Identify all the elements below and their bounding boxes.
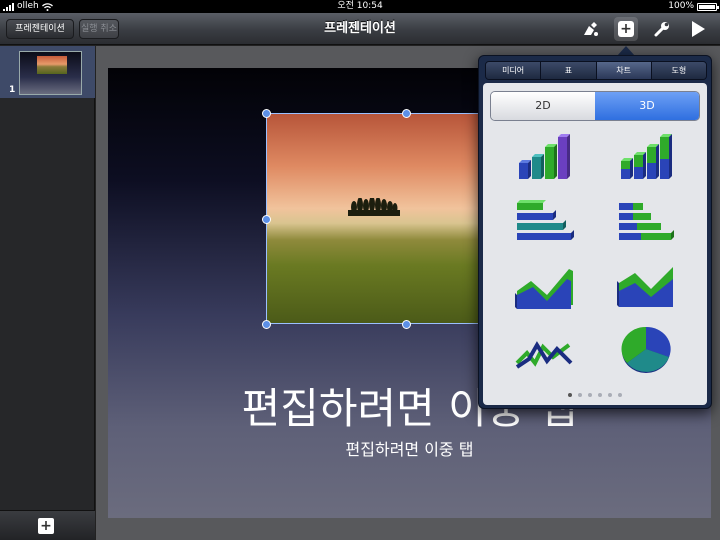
slide-number: 1 (9, 85, 16, 95)
dimension-segmented-control: 2D 3D (490, 91, 700, 121)
3d-line-chart-icon[interactable] (513, 323, 575, 375)
play-icon[interactable] (686, 17, 710, 41)
tab-shapes[interactable]: 도형 (651, 62, 706, 79)
slide-navigator: 1 + (0, 46, 95, 540)
resize-handle-top[interactable] (402, 109, 411, 118)
page-dot (578, 393, 582, 397)
insert-button[interactable]: + (614, 17, 638, 41)
document-title: 프레젠테이션 (324, 21, 396, 36)
battery-icon (697, 2, 719, 11)
plus-icon: + (618, 21, 634, 37)
resize-handle-bottom-left[interactable] (262, 320, 271, 329)
wrench-icon[interactable] (650, 17, 674, 41)
3d-stacked-column-chart-icon[interactable] (615, 133, 677, 185)
slide-photo[interactable] (266, 114, 479, 324)
slide-subtitle-placeholder[interactable]: 편집하려면 이중 탭 (108, 436, 711, 460)
toolbar: 프레젠테이션 실행 취소 프레젠테이션 + (0, 13, 720, 45)
resize-handle-left[interactable] (262, 215, 271, 224)
chart-picker: 2D 3D (483, 83, 707, 405)
page-dot (598, 393, 602, 397)
sidebar-footer: + (0, 510, 95, 540)
tree-silhouette (348, 198, 400, 216)
3d-stacked-area-chart-icon[interactable] (615, 261, 677, 313)
insert-popover: 미디어 표 차트 도형 2D 3D (478, 55, 712, 409)
add-slide-icon[interactable]: + (38, 518, 54, 534)
battery-percent: 100% (668, 1, 694, 11)
slide-thumbnail[interactable] (19, 51, 82, 95)
segment-3d[interactable]: 3D (595, 92, 699, 120)
page-dot (588, 393, 592, 397)
page-dot (568, 393, 572, 397)
format-brush-icon[interactable] (578, 17, 602, 41)
3d-column-chart-icon[interactable] (513, 133, 575, 185)
status-bar: olleh 오전 10:54 100% (0, 0, 720, 13)
3d-pie-chart-icon[interactable] (615, 323, 677, 375)
status-time: 오전 10:54 (337, 1, 383, 11)
tab-table[interactable]: 표 (541, 62, 597, 79)
resize-handle-bottom[interactable] (402, 320, 411, 329)
segment-2d[interactable]: 2D (491, 92, 595, 120)
3d-area-chart-icon[interactable] (513, 261, 575, 313)
tab-media[interactable]: 미디어 (486, 62, 542, 79)
resize-handle-top-left[interactable] (262, 109, 271, 118)
page-indicator[interactable] (483, 393, 707, 397)
insert-tabs: 미디어 표 차트 도형 (485, 61, 707, 80)
tab-chart[interactable]: 차트 (596, 62, 652, 79)
page-dot (618, 393, 622, 397)
3d-stacked-bar-chart-icon[interactable] (615, 199, 677, 251)
slide-thumbnail-row[interactable]: 1 (0, 46, 95, 98)
page-dot (608, 393, 612, 397)
3d-bar-chart-icon[interactable] (513, 199, 575, 251)
